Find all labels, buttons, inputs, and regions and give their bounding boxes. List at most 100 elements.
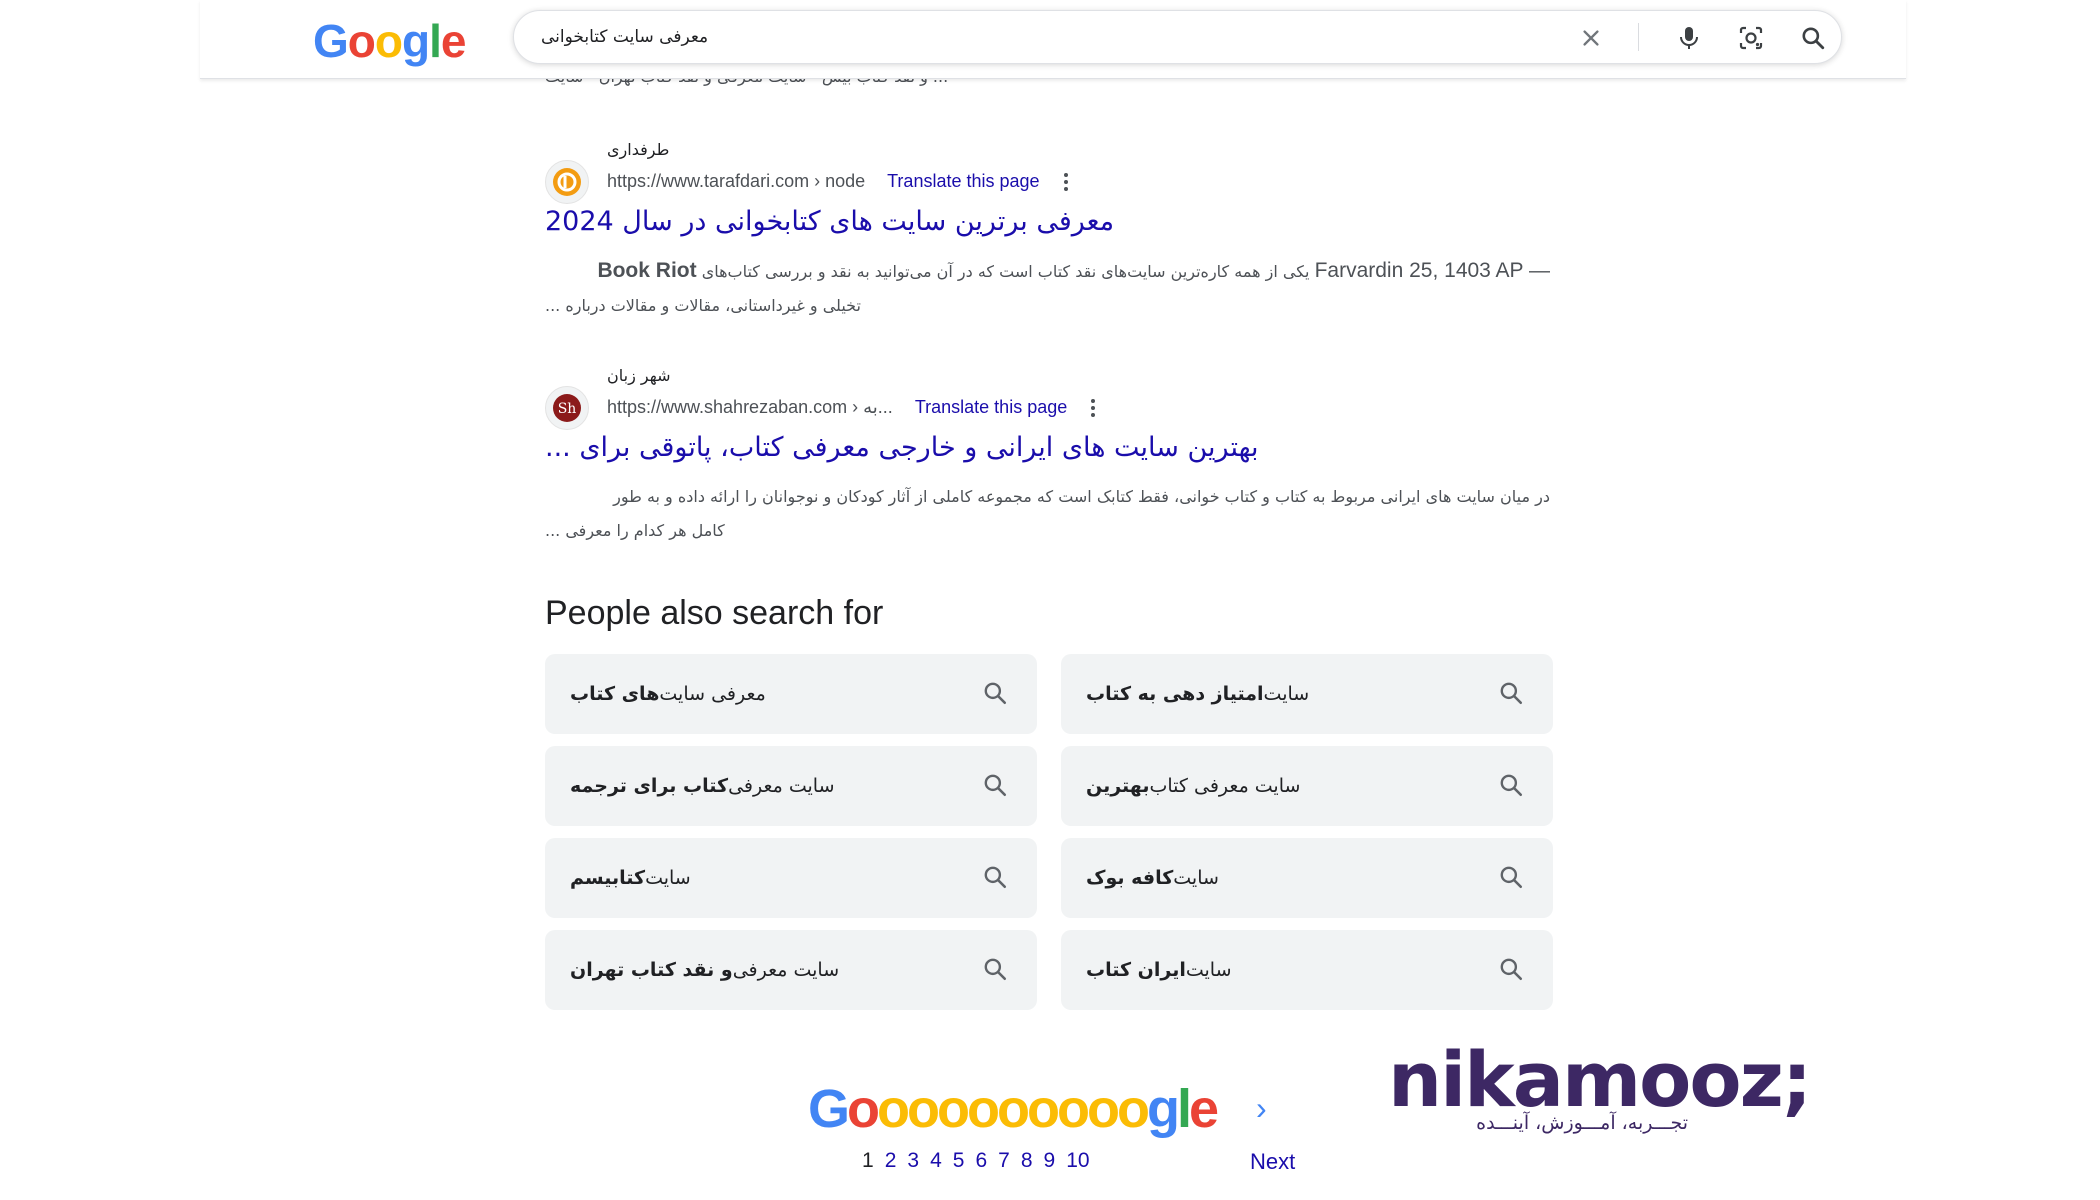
related-search-bold: کافه بوک: [1086, 867, 1174, 889]
search-box[interactable]: [513, 10, 1842, 64]
logo-letter: l: [429, 15, 442, 67]
logo-letter: G: [313, 15, 349, 67]
svg-text:Sh: Sh: [558, 401, 577, 417]
related-search-text: معرفی سایت های کتاب: [570, 654, 950, 734]
people-also-search-title: People also search for: [545, 594, 884, 632]
url-text: https://www.tarafdari.com › node: [607, 170, 866, 191]
pagination-logo-letter: o: [907, 1079, 940, 1139]
search-icon: [1498, 680, 1526, 708]
chevron-right-icon[interactable]: ›: [1256, 1090, 1267, 1127]
translate-link[interactable]: Translate this page: [915, 397, 1067, 417]
pagination-logo-letter: o: [1087, 1079, 1120, 1139]
snippet-line-2: کامل هر کدام را معرفی ...: [545, 521, 725, 540]
related-search-plain: معرفی سایت: [659, 683, 766, 705]
related-search-bold: های کتاب: [570, 683, 660, 705]
related-search-bold: ایران کتاب: [1086, 959, 1186, 981]
related-search-bold: کتابیسم: [570, 867, 646, 889]
related-search-text: سایت امتیاز دهی به کتاب: [1086, 654, 1466, 734]
site-url[interactable]: https://www.shahrezaban.com › به... Trans…: [607, 396, 1096, 420]
pagination-logo-letter: l: [1177, 1079, 1192, 1139]
close-icon[interactable]: [1577, 24, 1605, 52]
page-number-link[interactable]: 3: [907, 1149, 919, 1173]
site-favicon-icon: [545, 160, 589, 204]
page-number-link[interactable]: 7: [998, 1149, 1010, 1173]
pagination-logo: Goooooooooogle: [808, 1078, 1219, 1140]
related-search-chip[interactable]: معرفی سایت های کتاب: [545, 654, 1037, 734]
page-number-link[interactable]: 4: [930, 1149, 942, 1173]
more-options-icon[interactable]: [1063, 170, 1068, 194]
search-icon: [982, 956, 1010, 984]
site-favicon-icon: Sh: [545, 386, 589, 430]
related-search-text: سایت کافه بوک: [1086, 838, 1466, 918]
related-search-chip[interactable]: سایت ایران کتاب: [1061, 930, 1553, 1010]
related-search-chip[interactable]: سایت امتیاز دهی به کتاب: [1061, 654, 1553, 734]
nikamooz-watermark: nikamooz; تجـــربه، آمـــوزش، آینـــده: [1388, 1035, 1812, 1135]
pagination-logo-letter: o: [937, 1079, 970, 1139]
related-search-bold: و نقد کتاب تهران: [570, 959, 733, 981]
result-title-link[interactable]: معرفی برترین سایت های کتابخوانی در سال 2…: [545, 206, 1114, 237]
page-number-link[interactable]: 10: [1066, 1149, 1089, 1173]
pagination-logo-letter: o: [997, 1079, 1030, 1139]
pagination-logo-letter: o: [1027, 1079, 1060, 1139]
related-search-text: سایت معرفی کتاب بهترین: [1086, 746, 1466, 826]
search-icon: [1498, 772, 1526, 800]
page-number-link[interactable]: 2: [885, 1149, 897, 1173]
search-icon: [982, 772, 1010, 800]
related-search-chip[interactable]: سایت معرفی و نقد کتاب تهران: [545, 930, 1037, 1010]
site-name: شهر زبان: [607, 366, 671, 385]
search-icon: [982, 680, 1010, 708]
pagination-logo-letter: o: [1117, 1079, 1150, 1139]
header-bar: Google: [200, 0, 1906, 79]
related-search-chip[interactable]: سایت کافه بوک: [1061, 838, 1553, 918]
pagination-logo-letter: o: [1057, 1079, 1090, 1139]
snippet-bold: Book Riot: [597, 259, 697, 282]
related-search-plain: سایت معرفی کتاب: [1149, 775, 1301, 797]
related-search-bold: امتیاز دهی به کتاب: [1086, 683, 1264, 705]
logo-letter: o: [374, 15, 403, 67]
url-text: https://www.shahrezaban.com › به...: [607, 396, 893, 417]
related-search-text: سایت ایران کتاب: [1086, 930, 1466, 1010]
brand-name: nikamooz;: [1388, 1035, 1812, 1124]
brand-tagline: تجـــربه، آمـــوزش، آینـــده: [1476, 1112, 1688, 1134]
google-logo[interactable]: Google: [313, 14, 467, 68]
logo-letter: e: [440, 15, 467, 67]
pagination-pages: 1 2 3 4 5 6 7 8 9 10: [862, 1149, 1101, 1173]
translate-link[interactable]: Translate this page: [887, 171, 1039, 191]
more-options-icon[interactable]: [1091, 396, 1096, 420]
page-number-link[interactable]: 6: [975, 1149, 987, 1173]
related-search-bold: کتاب برای ترجمه: [570, 775, 729, 797]
page-number-link: 1: [862, 1149, 874, 1172]
related-search-plain: سایت معرفی: [728, 775, 835, 797]
next-page-link[interactable]: Next: [1250, 1149, 1295, 1175]
related-search-plain: سایت: [1263, 683, 1310, 705]
microphone-icon[interactable]: [1675, 24, 1703, 52]
logo-letter: o: [347, 15, 376, 67]
result-snippet: در میان سایت های ایرانی مربوط به کتاب و …: [545, 480, 1550, 548]
logo-letter: g: [402, 15, 430, 67]
snippet-line-1: در میان سایت های ایرانی مربوط به کتاب و …: [613, 487, 1550, 506]
pagination-logo-letter: o: [847, 1079, 880, 1139]
search-divider: [1638, 23, 1639, 51]
related-search-chip[interactable]: سایت کتابیسم: [545, 838, 1037, 918]
camera-lens-icon[interactable]: [1737, 24, 1765, 52]
related-search-plain: سایت: [1185, 959, 1232, 981]
page-number-link[interactable]: 8: [1021, 1149, 1033, 1173]
related-search-chip[interactable]: سایت معرفی کتاب بهترین: [1061, 746, 1553, 826]
page-number-link[interactable]: 9: [1044, 1149, 1056, 1173]
search-input[interactable]: [539, 21, 1543, 53]
pagination-logo-letter: o: [967, 1079, 1000, 1139]
related-search-text: سایت کتابیسم: [570, 838, 950, 918]
related-search-text: سایت معرفی و نقد کتاب تهران: [570, 930, 950, 1010]
site-url[interactable]: https://www.tarafdari.com › node Translat…: [607, 170, 1068, 194]
related-search-chip[interactable]: سایت معرفی کتاب برای ترجمه: [545, 746, 1037, 826]
search-icon: [982, 864, 1010, 892]
search-icon[interactable]: [1799, 24, 1827, 52]
related-search-text: سایت معرفی کتاب برای ترجمه: [570, 746, 950, 826]
pagination-logo-letter: g: [1147, 1079, 1180, 1139]
page-number-link[interactable]: 5: [953, 1149, 965, 1173]
snippet-date: Farvardin 25, 1403 AP —: [1314, 259, 1550, 282]
pagination-logo-letter: o: [877, 1079, 910, 1139]
result-title-link[interactable]: بهترین سایت های ایرانی و خارجی معرفی کتا…: [545, 432, 1259, 463]
related-search-plain: سایت معرفی: [732, 959, 840, 981]
result-snippet: Book Riot یکی از همه کاره‌ترین سایت‌های …: [545, 254, 1550, 323]
